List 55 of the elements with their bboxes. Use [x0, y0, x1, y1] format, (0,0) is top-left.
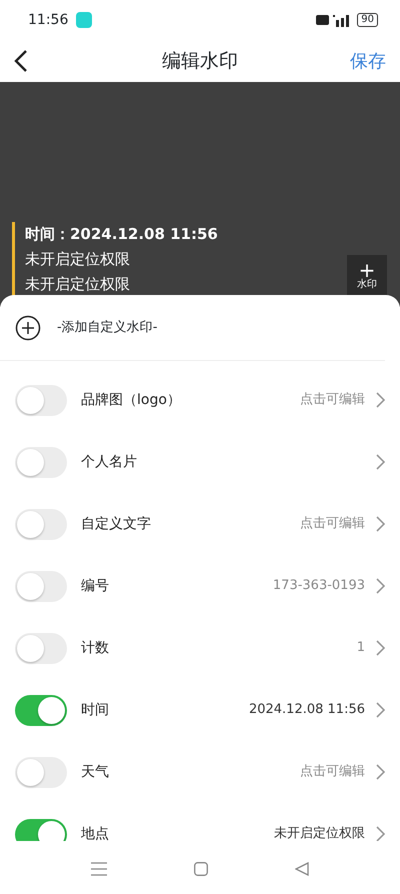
row-label: 个人名片 — [81, 452, 137, 472]
row-value: 点击可编辑 — [300, 515, 365, 534]
add-custom-watermark[interactable]: -添加自定义水印- — [0, 295, 385, 361]
watermark-text: 未开启定位权限 — [25, 274, 131, 295]
settings-row[interactable]: 计数 1 — [0, 617, 400, 679]
app-icon — [76, 12, 92, 28]
watermark-text: 时间：2024.12.08 11:56 — [25, 224, 218, 245]
chevron-icon — [375, 702, 385, 718]
add-watermark-button[interactable]: + 水印 — [347, 255, 387, 295]
chevron-icon — [375, 516, 385, 532]
row-value: 未开启定位权限 — [274, 825, 365, 841]
row-value: 173-363-0193 — [272, 577, 365, 596]
toggle-switch[interactable] — [15, 818, 67, 841]
toggle-switch[interactable] — [15, 570, 67, 602]
status-time: 11:56 — [28, 10, 68, 30]
row-label: 时间 — [81, 700, 109, 720]
toggle-switch[interactable] — [15, 446, 67, 478]
home-icon[interactable] — [194, 862, 208, 876]
toggle-switch[interactable] — [15, 756, 67, 788]
row-label: 天气 — [81, 762, 109, 782]
chevron-icon — [375, 578, 385, 594]
row-value: 1 — [356, 639, 365, 658]
battery-indicator: 90 — [357, 13, 378, 27]
menu-icon[interactable] — [91, 862, 108, 876]
add-custom-label: -添加自定义水印- — [57, 318, 158, 337]
back-icon[interactable] — [294, 862, 309, 876]
chevron-icon — [375, 392, 385, 408]
settings-row[interactable]: 品牌图（logo） 点击可编辑 — [0, 369, 400, 431]
chevron-icon — [375, 454, 385, 470]
row-label: 计数 — [81, 638, 109, 658]
watermark-text: 未开启定位权限 — [25, 249, 131, 270]
toggle-switch[interactable] — [15, 384, 67, 416]
row-label: 品牌图（logo） — [81, 390, 181, 410]
row-label: 自定义文字 — [81, 514, 151, 534]
settings-row[interactable]: 编号 173-363-0193 — [0, 555, 400, 617]
back-button[interactable] — [14, 49, 28, 74]
hd-icon — [316, 15, 330, 25]
row-label: 编号 — [81, 576, 109, 596]
row-value: 点击可编辑 — [300, 391, 365, 410]
chevron-icon — [375, 826, 385, 841]
settings-row[interactable]: 时间 2024.12.08 11:56 — [0, 679, 400, 741]
settings-row[interactable]: 个人名片 — [0, 431, 400, 493]
chevron-icon — [375, 764, 385, 780]
page-title: 编辑水印 — [162, 50, 238, 72]
row-label: 地点 — [81, 824, 109, 841]
toggle-switch[interactable] — [15, 632, 67, 664]
toggle-switch[interactable] — [15, 694, 67, 726]
toggle-switch[interactable] — [15, 508, 67, 540]
settings-row[interactable]: 自定义文字 点击可编辑 — [0, 493, 400, 555]
save-button[interactable]: 保存 — [350, 48, 386, 74]
row-value: 2024.12.08 11:56 — [248, 701, 365, 720]
chevron-icon — [375, 640, 385, 656]
add-icon — [15, 314, 41, 340]
row-value: 点击可编辑 — [300, 763, 365, 782]
settings-row[interactable]: 天气 点击可编辑 — [0, 741, 400, 803]
